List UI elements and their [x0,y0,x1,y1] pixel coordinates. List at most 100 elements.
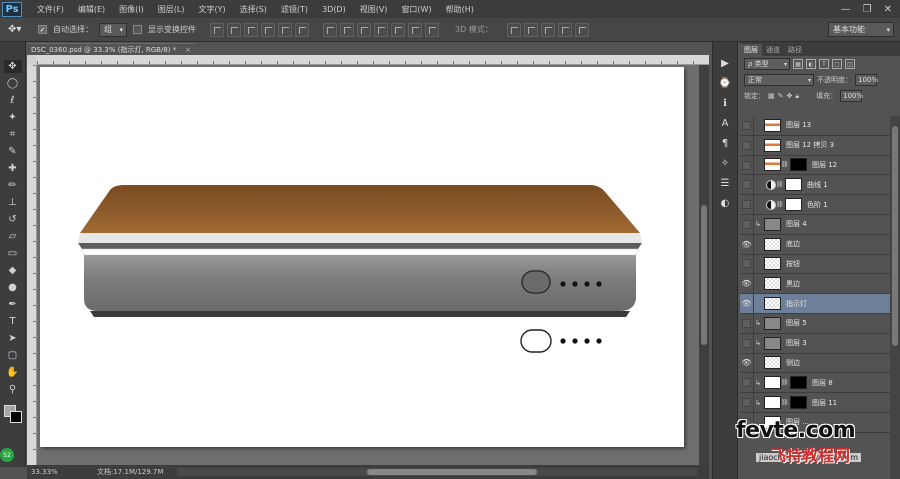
3d-scale-button[interactable] [574,22,589,37]
menu-image[interactable]: 图像(I) [112,4,151,15]
layer-thumbnail[interactable] [764,396,781,410]
align-left-button[interactable] [261,22,275,37]
move-tool-icon[interactable]: ✥ [3,60,22,73]
eye-hidden-icon[interactable] [740,195,754,215]
adjustment-filter-icon[interactable]: ◐ [806,59,816,69]
lock-image-icon[interactable]: ✎ [778,92,784,100]
eye-hidden-icon[interactable] [740,135,754,155]
mask-link-icon[interactable]: ⛓ [781,379,789,386]
lasso-tool-icon[interactable]: ℓ [4,94,22,107]
menu-3d[interactable]: 3D(D) [315,5,353,14]
gradient-tool-icon[interactable]: ▭ [4,247,22,260]
eye-hidden-icon[interactable] [740,214,754,234]
layer-thumbnail[interactable] [764,356,781,370]
history-icon[interactable]: ⌚ [717,76,733,90]
eraser-tool-icon[interactable]: ▱ [4,230,22,243]
zoom-tool-icon[interactable]: ⚲ [4,383,22,396]
3d-slide-button[interactable] [557,22,572,37]
shape-tool-icon[interactable]: ▢ [4,349,22,362]
layer-row[interactable]: ↳ ⛓ 图层 8 [740,373,890,394]
tab-paths[interactable]: 路径 [784,44,806,56]
layer-row[interactable]: 👁︎ 黑边 [740,274,890,295]
eye-visible-icon[interactable]: 👁︎ [740,234,754,254]
dodge-tool-icon[interactable]: ● [4,281,22,294]
auto-select-dropdown[interactable]: 组 [99,22,127,37]
crop-tool-icon[interactable]: ⌗ [4,128,22,141]
mask-link-icon[interactable]: ⛓ [781,161,789,168]
layer-row[interactable]: ↳ ⛓ 图层 11 [740,393,890,413]
distribute-vcenter-button[interactable] [340,22,354,37]
background-color-swatch[interactable] [9,411,22,423]
layer-row[interactable]: ↳ 图层 3 [740,333,890,354]
align-right-button[interactable] [295,22,309,37]
layer-thumbnail[interactable] [764,118,781,132]
blur-tool-icon[interactable]: ◆ [4,264,22,277]
eye-hidden-icon[interactable] [740,116,754,135]
align-hcenter-button[interactable] [278,22,292,37]
healing-brush-tool-icon[interactable]: ✚ [4,162,22,175]
align-top-button[interactable] [210,22,224,37]
zoom-level[interactable]: 33.33% [27,468,67,476]
layer-row[interactable]: ⛓ 色阶 1 [740,195,890,215]
layer-thumbnail[interactable] [764,376,781,390]
minimize-button[interactable]: — [841,4,851,15]
layer-row[interactable]: 👁︎ 侧边 [740,353,890,374]
brush-tool-icon[interactable]: ✏ [4,179,22,192]
eye-visible-icon[interactable]: 👁︎ [740,294,754,314]
layer-thumbnail[interactable] [764,158,781,172]
auto-align-button[interactable] [425,22,439,37]
distribute-bottom-button[interactable] [357,22,371,37]
mask-link-icon[interactable]: ⛓ [776,181,784,188]
marquee-tool-icon[interactable]: ◯ [4,77,22,90]
layer-row[interactable]: 图层 12 拷贝 3 [740,135,890,156]
lock-position-icon[interactable]: ✥ [787,92,793,100]
tab-channels[interactable]: 通道 [762,44,784,56]
document-tab[interactable]: DSC_0360.psd @ 33.3% (指示灯, RGB/8) * × [27,43,195,55]
layer-row[interactable]: ⛓ 曲线 1 [740,175,890,196]
play-icon[interactable]: ▶ [717,56,733,70]
layer-thumbnail[interactable] [764,217,781,231]
canvas-horizontal-scroll-thumb[interactable] [367,469,537,475]
layers-scrollbar[interactable] [890,116,900,479]
eye-visible-icon[interactable]: 👁︎ [740,274,754,294]
layer-thumbnail[interactable] [764,316,781,330]
distribute-top-button[interactable] [323,22,337,37]
distribute-hcenter-button[interactable] [391,22,405,37]
adjustments-icon[interactable]: ◐ [717,196,733,210]
paragraph-icon[interactable]: ¶ [717,136,733,150]
menu-window[interactable]: 窗口(W) [394,4,438,15]
3d-drag-button[interactable] [540,22,555,37]
type-tool-icon[interactable]: T [4,315,22,328]
menu-filter[interactable]: 滤镜(T) [274,4,315,15]
eye-visible-icon[interactable]: 👁︎ [740,353,754,373]
fill-input[interactable]: 100% [840,90,863,102]
tab-layers[interactable]: 图层 [740,44,762,56]
canvas-vertical-scroll-thumb[interactable] [701,205,707,345]
properties-icon[interactable]: ℹ [717,96,733,110]
eye-hidden-icon[interactable] [740,412,754,432]
menu-file[interactable]: 文件(F) [30,4,71,15]
workspace-dropdown[interactable]: 基本功能 [828,22,894,37]
blend-mode-dropdown[interactable]: 正常 [744,74,814,86]
path-selection-tool-icon[interactable]: ➤ [4,332,22,345]
lock-transparent-icon[interactable]: ▦ [768,92,775,100]
document-canvas[interactable] [40,67,684,447]
layer-mask-thumbnail[interactable] [790,396,807,410]
close-button[interactable]: ✕ [884,4,892,15]
layer-thumbnail[interactable] [764,277,781,291]
pen-tool-icon[interactable]: ✒ [4,298,22,311]
layer-row[interactable]: 图层 ... [740,412,890,433]
lock-all-icon[interactable]: 🔒︎ [795,92,799,101]
layer-row[interactable]: 👁︎ 指示灯 [740,294,890,314]
menu-edit[interactable]: 编辑(E) [71,4,112,15]
canvas-vertical-scrollbar[interactable] [699,65,709,465]
hand-tool-icon[interactable]: ✋ [4,366,22,379]
layer-thumbnail[interactable] [764,237,781,251]
eye-hidden-icon[interactable] [740,373,754,393]
auto-select-checkbox[interactable]: ✓ [38,25,47,34]
eye-hidden-icon[interactable] [740,155,754,175]
document-tab-close-icon[interactable]: × [185,46,191,54]
canvas-horizontal-scrollbar[interactable] [177,468,697,476]
layer-thumbnail[interactable] [764,336,781,350]
layer-mask-thumbnail[interactable] [785,178,802,192]
